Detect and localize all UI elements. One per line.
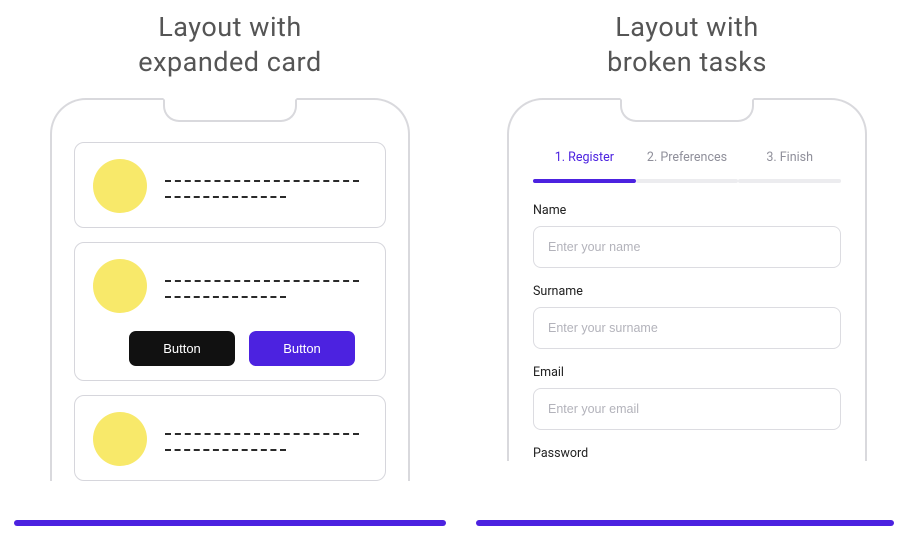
placeholder-line bbox=[165, 196, 286, 198]
placeholder-line bbox=[165, 296, 286, 298]
stepper: 1. Register 2. Preferences 3. Finish bbox=[533, 142, 841, 175]
step-finish[interactable]: 3. Finish bbox=[738, 142, 841, 175]
action-button-secondary[interactable]: Button bbox=[249, 331, 355, 366]
stepper-bar-segment bbox=[738, 179, 841, 183]
field-label: Password bbox=[533, 446, 841, 461]
layout-expanded-card: Layout with expanded card bbox=[30, 0, 430, 508]
placeholder-line bbox=[165, 180, 359, 182]
field-password: Password bbox=[531, 446, 843, 461]
placeholder-line bbox=[165, 449, 286, 451]
name-input[interactable] bbox=[533, 226, 841, 268]
avatar-icon bbox=[93, 412, 147, 466]
title-line: broken tasks bbox=[607, 46, 767, 78]
avatar-icon bbox=[93, 159, 147, 213]
step-preferences[interactable]: 2. Preferences bbox=[636, 142, 739, 175]
stepper-bar-segment bbox=[533, 179, 636, 183]
baseline-bar bbox=[14, 520, 446, 526]
surname-input[interactable] bbox=[533, 307, 841, 349]
placeholder-line bbox=[165, 280, 359, 282]
title-line: Layout with bbox=[615, 11, 758, 43]
field-name: Name bbox=[531, 203, 843, 268]
title-line: expanded card bbox=[138, 46, 321, 78]
avatar-icon bbox=[93, 259, 147, 313]
layout-broken-tasks: Layout with broken tasks 1. Register 2. … bbox=[487, 0, 887, 508]
phone-frame-right: 1. Register 2. Preferences 3. Finish Nam… bbox=[507, 98, 867, 461]
field-label: Name bbox=[533, 203, 841, 218]
phone-frame-left: Button Button bbox=[50, 98, 410, 481]
list-card-expanded[interactable]: Button Button bbox=[74, 242, 386, 381]
field-label: Surname bbox=[533, 284, 841, 299]
list-card[interactable] bbox=[74, 395, 386, 481]
field-label: Email bbox=[533, 365, 841, 380]
field-surname: Surname bbox=[531, 284, 843, 349]
stepper-bar bbox=[533, 179, 841, 183]
field-email: Email bbox=[531, 365, 843, 430]
step-register[interactable]: 1. Register bbox=[533, 142, 636, 175]
placeholder-line bbox=[165, 433, 359, 435]
layout-title-right: Layout with broken tasks bbox=[607, 10, 767, 80]
layout-title-left: Layout with expanded card bbox=[138, 10, 321, 80]
baseline-bar bbox=[476, 520, 894, 526]
list-card[interactable] bbox=[74, 142, 386, 228]
stepper-bar-segment bbox=[636, 179, 739, 183]
email-input[interactable] bbox=[533, 388, 841, 430]
title-line: Layout with bbox=[158, 11, 301, 43]
action-button-primary[interactable]: Button bbox=[129, 331, 235, 366]
